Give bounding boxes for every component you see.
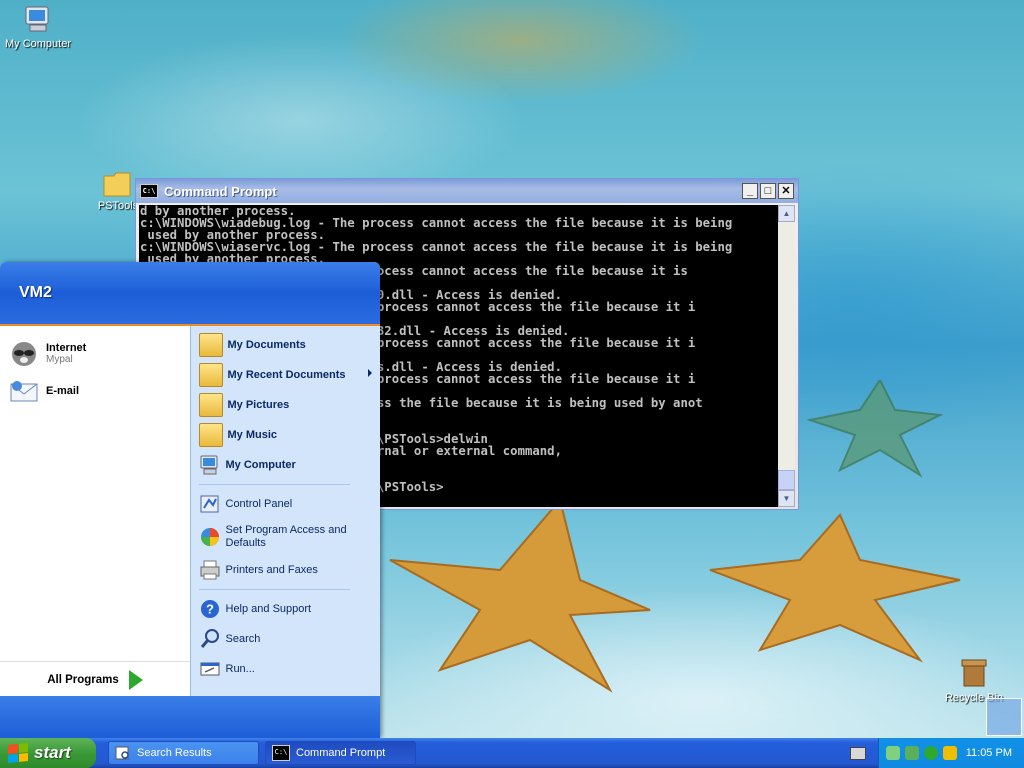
desktop-icon-recycle-bin[interactable]: Recycle Bin xyxy=(936,656,1012,704)
start-item-control-panel[interactable]: Control Panel xyxy=(191,489,381,519)
close-button[interactable]: ✕ xyxy=(778,183,794,199)
taskbar-button-label: Command Prompt xyxy=(296,747,386,759)
start-item-run[interactable]: Run... xyxy=(191,654,381,684)
computer-icon xyxy=(200,455,217,475)
start-menu: VM2 Internet Mypal E-mail All Programs M… xyxy=(0,262,380,738)
start-item-label: Printers and Faxes xyxy=(225,564,318,576)
show-desktop-arrow-icon[interactable] xyxy=(986,698,1022,736)
start-item-title: Internet xyxy=(46,341,87,354)
user-name: VM2 xyxy=(19,284,52,301)
start-menu-footer xyxy=(0,696,380,738)
menu-separator xyxy=(198,589,350,590)
recycle-bin-icon xyxy=(961,659,987,687)
folder-icon xyxy=(103,172,131,197)
start-item-email[interactable]: E-mail xyxy=(0,372,190,410)
start-item-my-computer[interactable]: My Computer xyxy=(191,450,381,480)
folder-icon xyxy=(198,423,223,447)
start-item-label: Set Program Access and Defaults xyxy=(225,524,347,549)
scroll-up-button[interactable]: ▲ xyxy=(778,205,795,222)
program-access-icon xyxy=(200,528,219,546)
start-button[interactable]: start xyxy=(0,738,96,768)
taskbar-button-label: Search Results xyxy=(137,747,212,759)
all-programs-label: All Programs xyxy=(47,674,119,686)
desktop-icon-my-computer[interactable]: My Computer xyxy=(0,4,76,50)
control-panel-icon xyxy=(200,495,218,513)
window-title: Command Prompt xyxy=(164,183,277,199)
start-item-my-recent-documents[interactable]: My Recent Documents xyxy=(191,360,381,390)
start-item-internet[interactable]: Internet Mypal xyxy=(0,334,190,372)
taskbar: start Search Results C:\ Command Prompt … xyxy=(0,738,1024,768)
desktop-icon-label: PSTools xyxy=(97,200,139,212)
start-label: start xyxy=(34,743,71,762)
start-item-subtitle: Mypal xyxy=(46,353,73,365)
start-item-label: My Music xyxy=(227,429,278,441)
start-item-my-pictures[interactable]: My Pictures xyxy=(191,390,381,420)
folder-icon xyxy=(198,393,223,417)
start-item-label: My Computer xyxy=(225,459,296,471)
start-menu-places: My Documents My Recent Documents My Pict… xyxy=(189,326,381,698)
raccoon-browser-icon xyxy=(12,342,36,366)
network-icon[interactable] xyxy=(904,746,919,760)
taskbar-button-command-prompt[interactable]: C:\ Command Prompt xyxy=(265,741,416,765)
svg-text:?: ? xyxy=(206,602,214,617)
help-icon: ? xyxy=(200,600,219,618)
desktop-icon-label: My Computer xyxy=(4,38,72,50)
starfish-decor-2 xyxy=(806,380,944,478)
update-icon[interactable] xyxy=(923,746,938,760)
start-item-my-music[interactable]: My Music xyxy=(191,420,381,450)
search-icon xyxy=(200,629,219,648)
system-tray: 11:05 PM xyxy=(878,738,1024,768)
start-menu-header: VM2 xyxy=(0,262,380,324)
start-item-label: Control Panel xyxy=(225,498,293,510)
start-item-label: My Recent Documents xyxy=(227,369,346,381)
start-item-label: Help and Support xyxy=(225,603,312,615)
starfish-decor xyxy=(389,500,961,693)
folder-icon xyxy=(198,363,223,387)
computer-icon xyxy=(25,6,49,32)
email-icon xyxy=(10,381,38,402)
start-item-label: My Documents xyxy=(227,339,306,351)
cmd-app-icon: C:\ xyxy=(272,745,290,761)
start-item-label: Run... xyxy=(225,663,255,675)
start-item-printers-faxes[interactable]: Printers and Faxes xyxy=(191,555,381,585)
cmd-app-icon: C:\ xyxy=(140,184,158,198)
keyboard-icon[interactable] xyxy=(850,747,866,760)
window-titlebar[interactable]: C:\ Command Prompt _ □ ✕ xyxy=(136,179,798,203)
start-item-search[interactable]: Search xyxy=(191,624,381,654)
start-menu-pinned: Internet Mypal E-mail All Programs xyxy=(0,326,190,698)
start-item-my-documents[interactable]: My Documents xyxy=(191,330,381,360)
maximize-button[interactable]: □ xyxy=(760,183,776,199)
start-item-label: My Pictures xyxy=(227,399,290,411)
menu-separator xyxy=(198,484,350,485)
run-icon xyxy=(200,662,219,676)
minimize-button[interactable]: _ xyxy=(742,183,758,199)
taskbar-button-search-results[interactable]: Search Results xyxy=(108,741,259,765)
scroll-thumb[interactable] xyxy=(778,470,795,490)
start-item-title: E-mail xyxy=(46,385,80,397)
scroll-down-button[interactable]: ▼ xyxy=(778,490,795,507)
start-item-label: Search xyxy=(225,633,261,645)
search-results-icon xyxy=(115,746,129,760)
vertical-scrollbar[interactable]: ▲ ▼ xyxy=(778,205,795,507)
network-icon[interactable] xyxy=(885,746,900,760)
clock: 11:05 PM xyxy=(965,747,1012,759)
green-arrow-icon xyxy=(128,670,143,690)
start-item-set-program-access[interactable]: Set Program Access and Defaults xyxy=(191,519,381,555)
start-item-help-support[interactable]: ? Help and Support xyxy=(191,594,381,624)
folder-icon xyxy=(198,333,223,357)
printer-icon xyxy=(200,560,219,580)
security-icon[interactable] xyxy=(942,746,957,760)
submenu-arrow-icon xyxy=(368,369,372,377)
windows-logo-icon xyxy=(8,742,28,764)
all-programs-button[interactable]: All Programs xyxy=(0,661,190,698)
